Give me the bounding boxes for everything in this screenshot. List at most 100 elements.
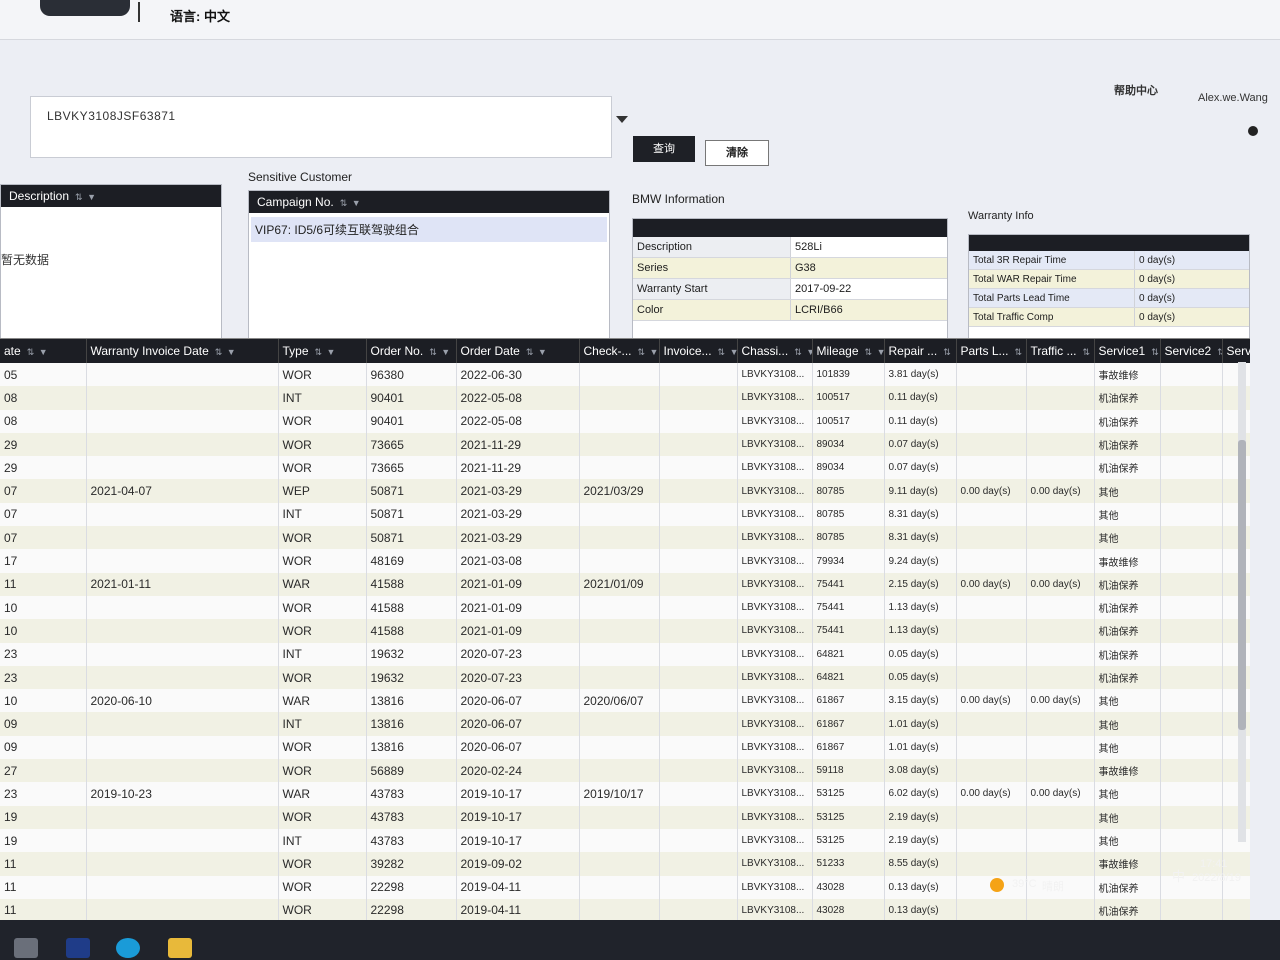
table-row[interactable]: 17 WOR 48169 2021-03-08 LBVKY3108... 79934 9.2… <box>0 549 1250 573</box>
language-switch[interactable]: 语言: 中文 <box>170 6 230 25</box>
sort-filter-icon[interactable]: ⇅ ▼ <box>340 198 362 208</box>
table-row[interactable]: 10 WOR 41588 2021-01-09 LBVKY3108... 75441 1.1… <box>0 595 1250 620</box>
table-row[interactable]: 07 INT 50871 2021-03-29 LBVKY3108... 80785 8.3… <box>0 502 1250 527</box>
table-row[interactable]: 23 2019-10-23 WAR 43783 2019-10-17 2019/10/17… <box>0 782 1250 806</box>
weather-temperature[interactable]: 39°C <box>1012 878 1037 890</box>
table-cell <box>1160 898 1223 920</box>
table-cell: 07 <box>0 479 87 503</box>
table-cell: 0.00 day(s) <box>1026 782 1095 806</box>
weather-sun-icon[interactable] <box>990 878 1004 892</box>
column-header[interactable]: Service2 ⇅ ▼ <box>1160 339 1223 363</box>
sort-filter-icon[interactable]: ⇅ ▼ <box>1015 347 1025 357</box>
file-explorer-icon[interactable] <box>168 938 192 958</box>
sort-filter-icon[interactable]: ⇅ ▼ <box>1083 347 1093 357</box>
sort-filter-icon[interactable]: ⇅ ▼ <box>526 347 548 357</box>
table-row[interactable]: 08 INT 90401 2022-05-08 LBVKY3108... 100517 0.… <box>0 386 1250 410</box>
table-row[interactable]: 10 WOR 41588 2021-01-09 LBVKY3108... 75441 1.1… <box>0 619 1250 643</box>
ime-indicator[interactable]: 中 <box>1172 866 1185 885</box>
column-header[interactable]: Type ⇅ ▼ <box>278 339 367 363</box>
bmw-info-key: Description <box>633 237 791 257</box>
table-row[interactable]: 05 WOR 96380 2022-06-30 LBVKY3108... 101839 3.… <box>0 363 1250 387</box>
table-cell: 2.19 day(s) <box>884 828 957 853</box>
sort-filter-icon[interactable]: ⇅ ▼ <box>943 347 955 357</box>
column-header[interactable]: Chassi... ⇅ ▼ <box>737 339 813 363</box>
table-cell <box>86 619 279 643</box>
description-header[interactable]: Description ⇅ ▼ <box>1 185 221 207</box>
table-cell <box>1160 805 1223 829</box>
column-header[interactable]: Warranty Invoice Date ⇅ ▼ <box>86 339 279 363</box>
taskview-icon[interactable] <box>14 938 38 958</box>
table-row[interactable]: 10 2020-06-10 WAR 13816 2020-06-07 2020/06/07… <box>0 689 1250 713</box>
table-row[interactable]: 11 2021-01-11 WAR 41588 2021-01-09 2021/01/09… <box>0 572 1250 596</box>
table-cell: 23 <box>0 642 87 666</box>
table-cell: 2020-07-23 <box>456 642 580 666</box>
table-cell <box>86 549 279 573</box>
sort-filter-icon[interactable]: ⇅ ▼ <box>1217 347 1221 357</box>
column-header[interactable]: Parts L... ⇅ ▼ <box>956 339 1027 363</box>
table-cell: 0.00 day(s) <box>1026 479 1095 503</box>
info-icon[interactable] <box>1248 126 1258 136</box>
clear-button[interactable]: 清除 <box>705 140 769 166</box>
table-row[interactable]: 07 2021-04-07 WEP 50871 2021-03-29 2021/03/29… <box>0 479 1250 503</box>
sort-filter-icon[interactable]: ⇅ ▼ <box>794 347 811 357</box>
table-cell <box>579 852 660 876</box>
table-row[interactable]: 11 WOR 39282 2019-09-02 LBVKY3108... 51233 8.5… <box>0 852 1250 876</box>
column-header[interactable]: Service1 ⇅ ▼ <box>1094 339 1161 363</box>
table-row[interactable]: 27 WOR 56889 2020-02-24 LBVKY3108... 59118 3.0… <box>0 759 1250 783</box>
column-header[interactable]: Traffic ... ⇅ ▼ <box>1026 339 1095 363</box>
table-cell: LBVKY3108... <box>737 386 813 410</box>
table-row[interactable]: 23 WOR 19632 2020-07-23 LBVKY3108... 64821 0.0… <box>0 665 1250 690</box>
table-row[interactable]: 11 WOR 22298 2019-04-11 LBVKY3108... 43028 0.1… <box>0 898 1250 920</box>
help-center-link[interactable]: 帮助中心 <box>1114 82 1158 98</box>
table-cell: 2019-10-17 <box>456 828 580 853</box>
column-header[interactable]: Check-... ⇅ ▼ <box>579 339 660 363</box>
chevron-down-icon[interactable] <box>616 116 628 123</box>
sort-filter-icon[interactable]: ⇅ ▼ <box>75 192 97 202</box>
user-name[interactable]: Alex.we.Wang <box>1198 92 1268 104</box>
table-cell: 22298 <box>366 898 457 920</box>
sort-filter-icon[interactable]: ⇅ ▼ <box>638 347 658 357</box>
table-cell <box>86 735 279 760</box>
column-header[interactable]: Invoice... ⇅ ▼ <box>659 339 738 363</box>
campaign-row[interactable]: VIP67: ID5/6可续互联驾驶组合 <box>251 217 607 242</box>
table-cell <box>86 759 279 783</box>
vin-search-input[interactable]: LBVKY3108JSF63871 <box>30 96 612 158</box>
table-row[interactable]: 08 WOR 90401 2022-05-08 LBVKY3108... 100517 0.… <box>0 409 1250 433</box>
column-header[interactable]: Repair ... ⇅ ▼ <box>884 339 957 363</box>
table-row[interactable]: 29 WOR 73665 2021-11-29 LBVKY3108... 89034 0.0… <box>0 432 1250 457</box>
sort-filter-icon[interactable]: ⇅ ▼ <box>315 347 337 357</box>
edge-icon[interactable] <box>116 938 140 958</box>
table-row[interactable]: 29 WOR 73665 2021-11-29 LBVKY3108... 89034 0.0… <box>0 456 1250 480</box>
sort-filter-icon[interactable]: ⇅ ▼ <box>1151 347 1159 357</box>
table-cell: 61867 <box>812 712 885 736</box>
sort-filter-icon[interactable]: ⇅ ▼ <box>215 347 237 357</box>
sort-filter-icon[interactable]: ⇅ ▼ <box>429 347 451 357</box>
table-cell: 1.01 day(s) <box>884 735 957 760</box>
column-header[interactable]: ate ⇅ ▼ <box>0 339 87 363</box>
scrollbar-thumb[interactable] <box>1238 440 1246 730</box>
column-header[interactable]: Order Date ⇅ ▼ <box>456 339 580 363</box>
sort-filter-icon[interactable]: ⇅ ▼ <box>27 347 49 357</box>
sort-filter-icon[interactable]: ⇅ ▼ <box>865 347 883 357</box>
table-row[interactable]: 19 INT 43783 2019-10-17 LBVKY3108... 53125 2.1… <box>0 828 1250 853</box>
column-header[interactable]: Servi <box>1222 339 1250 363</box>
table-row[interactable]: 09 WOR 13816 2020-06-07 LBVKY3108... 61867 1.0… <box>0 735 1250 760</box>
sort-filter-icon[interactable]: ⇅ ▼ <box>718 347 736 357</box>
table-cell: 1.13 day(s) <box>884 595 957 620</box>
column-header-label: Mileage <box>816 344 859 358</box>
table-row[interactable]: 07 WOR 50871 2021-03-29 LBVKY3108... 80785 8.3… <box>0 526 1250 550</box>
table-row[interactable]: 23 INT 19632 2020-07-23 LBVKY3108... 64821 0.0… <box>0 642 1250 666</box>
table-cell <box>659 759 738 783</box>
column-header[interactable]: Mileage ⇅ ▼ <box>812 339 885 363</box>
clock-date[interactable]: 2022/8/19 <box>1192 872 1241 884</box>
column-header[interactable]: Order No. ⇅ ▼ <box>366 339 457 363</box>
table-cell <box>1026 759 1095 783</box>
table-cell: WOR <box>278 735 367 760</box>
weather-condition[interactable]: 晴朗 <box>1042 878 1064 894</box>
table-row[interactable]: 19 WOR 43783 2019-10-17 LBVKY3108... 53125 2.1… <box>0 805 1250 829</box>
photoshop-icon[interactable] <box>66 938 90 958</box>
campaign-no-header[interactable]: Campaign No. ⇅ ▼ <box>249 191 609 213</box>
table-row[interactable]: 09 INT 13816 2020-06-07 LBVKY3108... 61867 1.0… <box>0 712 1250 736</box>
query-button[interactable]: 查询 <box>633 136 695 162</box>
clock-time[interactable]: 17:41 <box>1200 858 1228 870</box>
